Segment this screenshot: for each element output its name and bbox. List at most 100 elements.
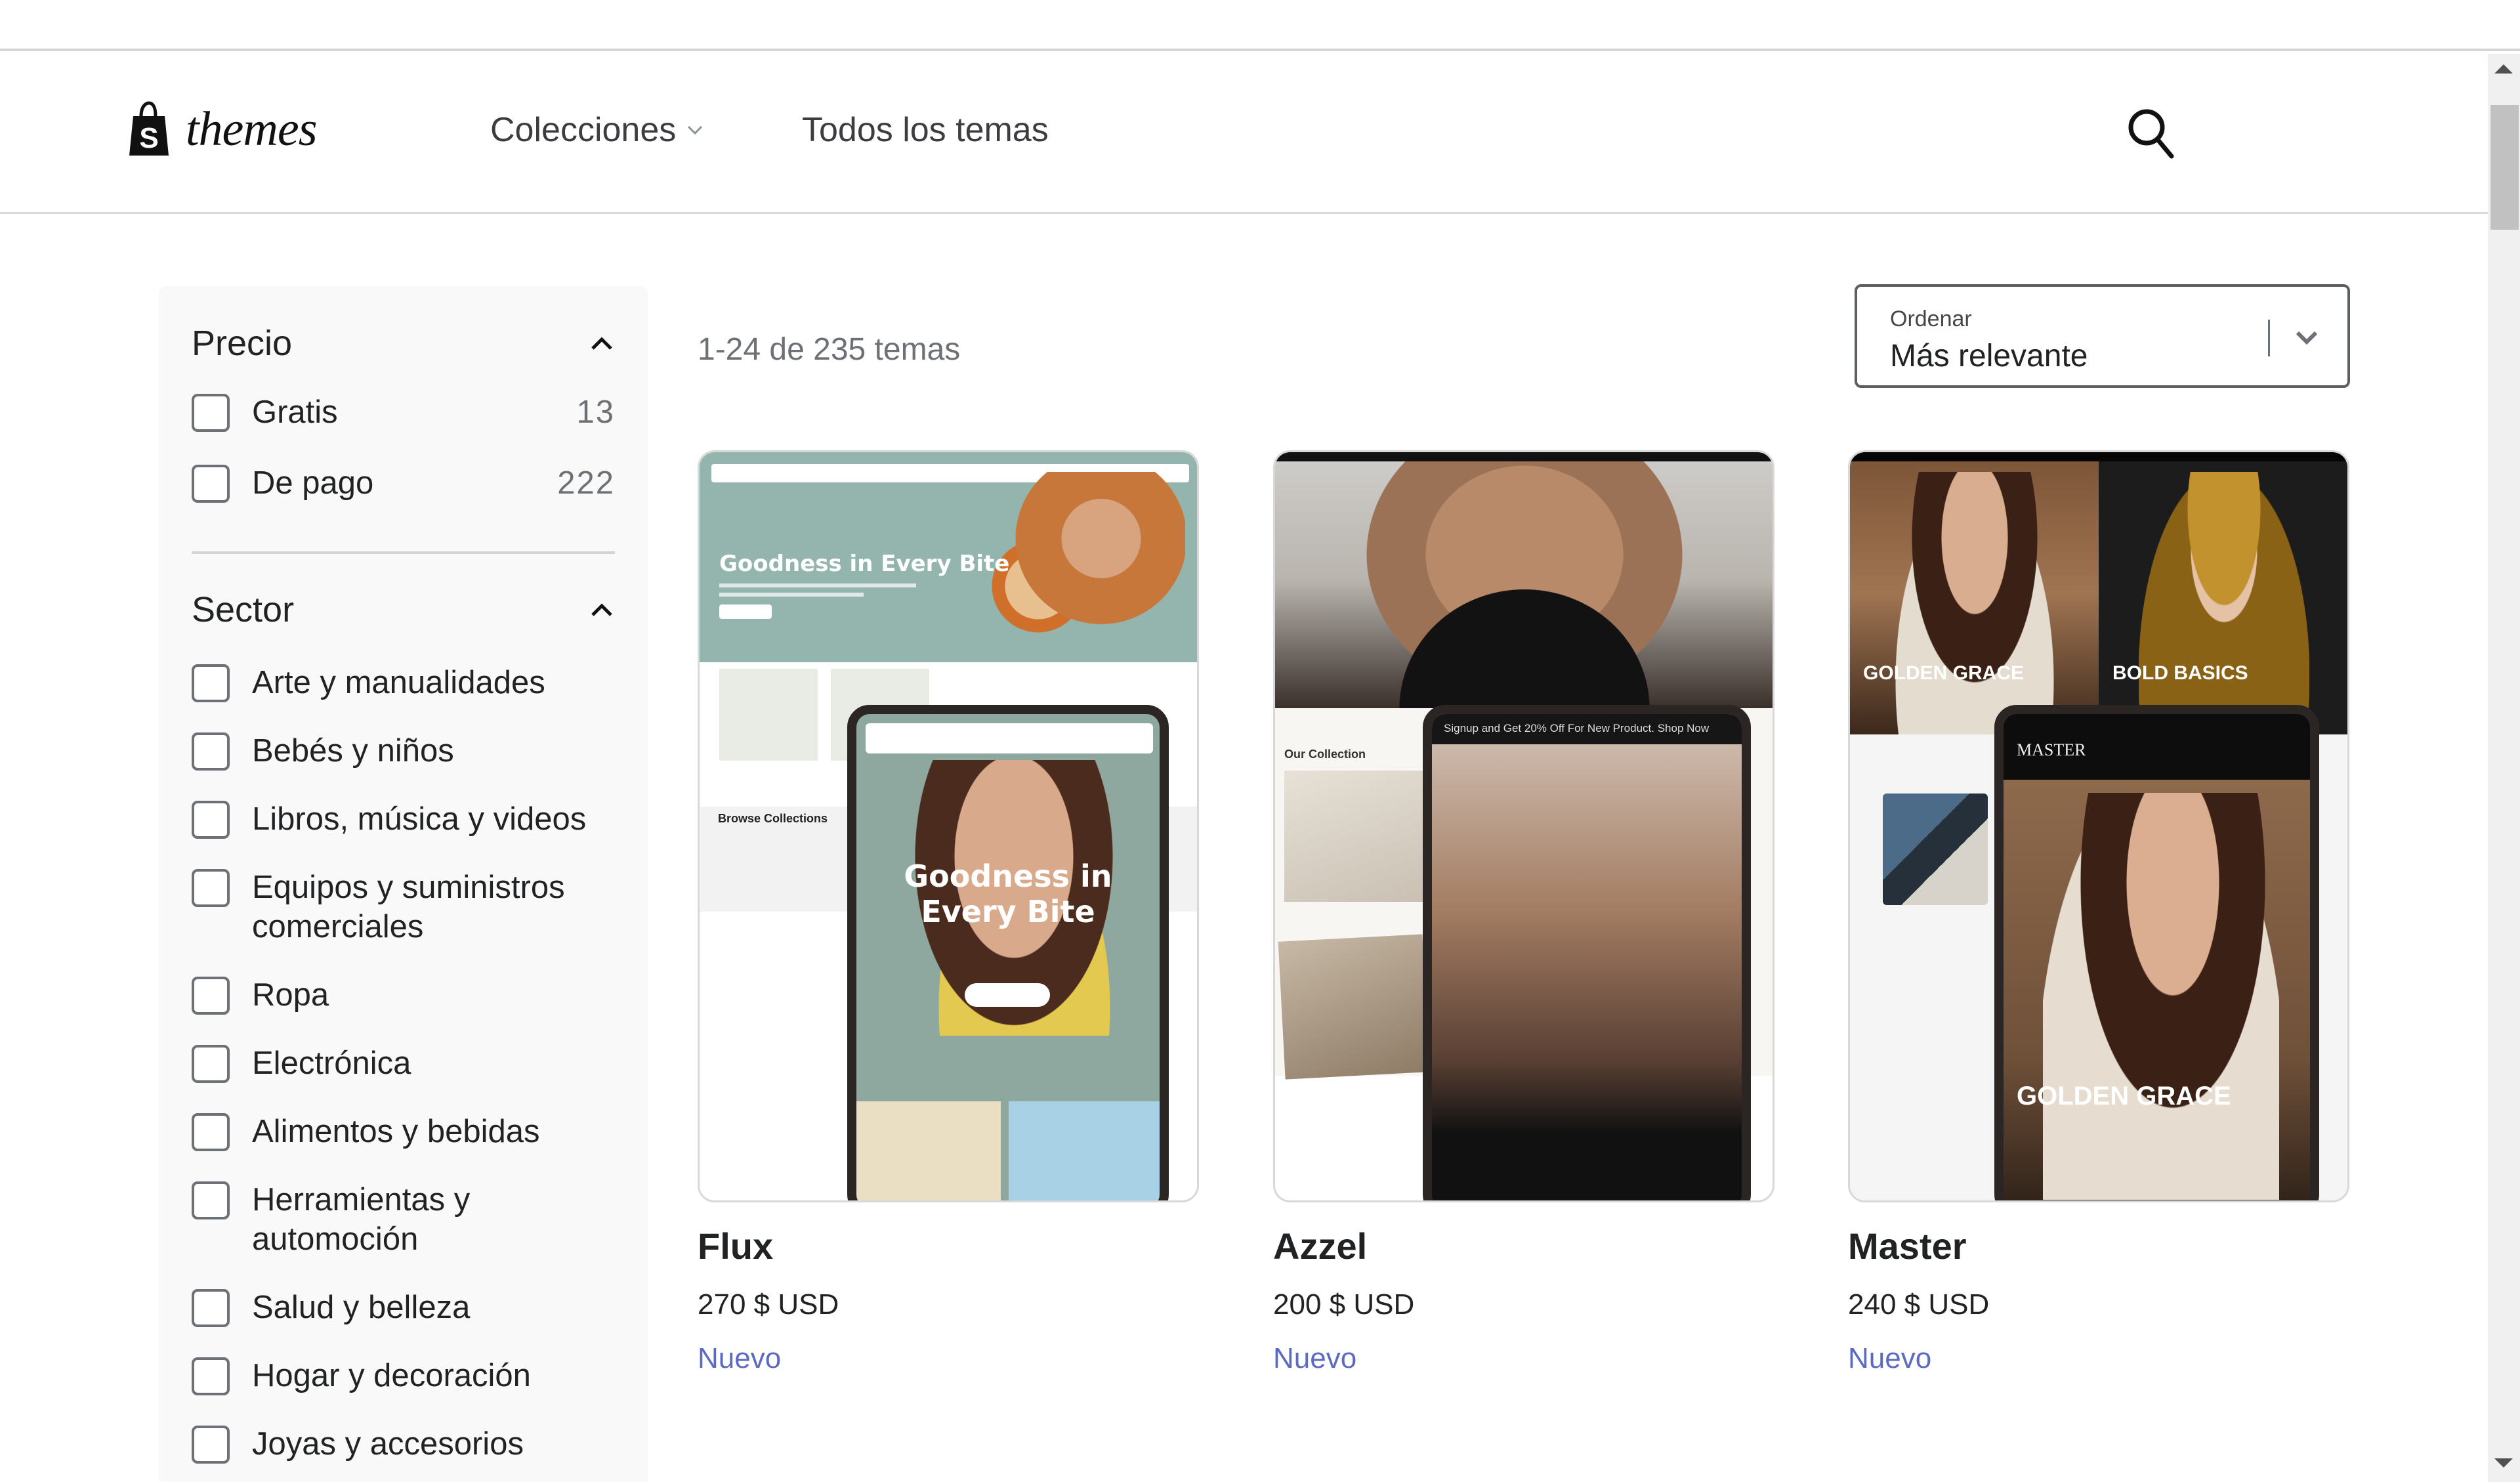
filter-option-sector[interactable]: Hogar y decoración (192, 1356, 615, 1395)
checkbox[interactable] (192, 801, 230, 839)
preview-text-line (719, 593, 864, 597)
filter-option-sector[interactable]: Arte y manualidades (192, 663, 615, 702)
theme-card: Goodness in Every Bite Browse Collection… (698, 450, 1199, 1375)
search-button[interactable] (2124, 105, 2181, 161)
theme-price: 200 $ USD (1273, 1288, 1415, 1321)
theme-preview-image[interactable]: Goodness in Every Bite Browse Collection… (698, 450, 1199, 1202)
nav-todos-label: Todos los temas (802, 111, 1049, 149)
option-count: 222 (557, 465, 615, 501)
preview-headline: Goodness in Every Bite (719, 551, 1010, 577)
theme-badge-new: Nuevo (1848, 1342, 1932, 1374)
chevron-up-icon (591, 603, 612, 616)
sort-separator (2268, 320, 2270, 356)
filter-option-sector[interactable]: Bebés y niños (192, 731, 615, 771)
phone-nav (866, 723, 1153, 753)
checkbox[interactable] (192, 1426, 230, 1464)
phone-button (965, 983, 1050, 1007)
theme-name[interactable]: Master (1848, 1225, 2349, 1267)
filter-price-toggle[interactable]: Precio (192, 314, 615, 373)
theme-price: 270 $ USD (698, 1288, 839, 1321)
phone-photo (2043, 793, 2279, 1200)
option-label: Bebés y niños (252, 733, 454, 769)
filter-sector-toggle[interactable]: Sector (192, 580, 615, 639)
option-label: Hogar y decoración (252, 1358, 531, 1393)
option-label: Alimentos y bebidas (252, 1114, 540, 1149)
results-count: 1-24 de 235 temas (698, 332, 961, 367)
filter-option-sector[interactable]: Salud y belleza (192, 1288, 615, 1327)
phone-headline: Goodness in Every Bite (904, 858, 1112, 929)
option-label: Salud y belleza (252, 1290, 471, 1325)
shopify-bag-icon: S (129, 101, 169, 156)
preview-section-title: Our Collection (1284, 748, 1366, 761)
filter-option-de-pago[interactable]: De pago 222 (192, 463, 615, 503)
theme-card: GOLDEN GRACE BOLD BASICS MASTER GOLDEN G… (1848, 450, 2349, 1375)
browser-top-bar (0, 0, 2520, 51)
filter-sidebar: Precio Gratis 13 De pago 222 Sector Arte… (159, 286, 648, 1482)
checkbox[interactable] (192, 394, 230, 432)
filter-option-sector[interactable]: Alimentos y bebidas (192, 1112, 615, 1151)
theme-preview-image[interactable]: Our Collection Signup and Get 20% Off Fo… (1273, 450, 1774, 1202)
option-count: 13 (576, 394, 615, 430)
preview-phone: MASTER GOLDEN GRACE (1994, 705, 2319, 1200)
chevron-up-icon (591, 337, 612, 350)
preview-product (1278, 934, 1430, 1080)
page-scrollbar[interactable] (2488, 54, 2520, 1482)
preview-headline-left: GOLDEN GRACE (1863, 662, 2025, 684)
preview-photo (1889, 472, 2060, 734)
scroll-down-arrow-icon[interactable] (2494, 1458, 2513, 1468)
theme-card: Our Collection Signup and Get 20% Off Fo… (1273, 450, 1774, 1375)
checkbox[interactable] (192, 664, 230, 702)
filter-option-gratis[interactable]: Gratis 13 (192, 392, 615, 432)
option-label: Equipos y suministros comerciales (252, 870, 565, 944)
sort-select[interactable]: Ordenar Más relevante (1855, 284, 2350, 388)
option-label: Ropa (252, 977, 329, 1013)
scrollbar-thumb[interactable] (2490, 105, 2519, 230)
filter-option-sector[interactable]: Equipos y suministros comerciales (192, 868, 615, 946)
theme-name[interactable]: Flux (698, 1225, 1199, 1267)
preview-button (719, 604, 772, 619)
filter-price-title: Precio (192, 324, 293, 363)
theme-name[interactable]: Azzel (1273, 1225, 1774, 1267)
filter-option-sector[interactable]: Herramientas y automoción (192, 1180, 615, 1259)
option-label: De pago (252, 465, 374, 501)
preview-topbar (1850, 452, 2347, 461)
phone-banner: Signup and Get 20% Off For New Product. … (1432, 714, 1742, 744)
phone-logo: MASTER (2017, 740, 2086, 759)
preview-collage (1883, 794, 1988, 905)
theme-badge-new: Nuevo (698, 1342, 782, 1374)
scroll-up-arrow-icon[interactable] (2494, 64, 2513, 74)
filter-sector: Sector Arte y manualidades Bebés y niños L… (159, 554, 648, 1464)
nav-colecciones[interactable]: Colecciones (490, 110, 704, 150)
preview-product (1284, 771, 1429, 902)
preview-phone: Signup and Get 20% Off For New Product. … (1423, 705, 1751, 1200)
nav-colecciones-label: Colecciones (490, 111, 677, 149)
sort-label: Ordenar (1890, 307, 1972, 331)
filter-option-sector[interactable]: Libros, música y videos (192, 799, 615, 839)
phone-headline: GOLDEN GRACE (2017, 1082, 2231, 1111)
checkbox[interactable] (192, 465, 230, 503)
checkbox[interactable] (192, 1045, 230, 1083)
checkbox[interactable] (192, 1289, 230, 1327)
checkbox[interactable] (192, 1357, 230, 1395)
filter-option-sector[interactable]: Ropa (192, 975, 615, 1015)
nav-todos-los-temas[interactable]: Todos los temas (802, 110, 1049, 150)
shopify-themes-logo[interactable]: S themes (125, 100, 317, 159)
checkbox[interactable] (192, 1181, 230, 1219)
checkbox[interactable] (192, 977, 230, 1015)
preview-photo (2139, 472, 2309, 734)
option-label: Herramientas y automoción (252, 1182, 471, 1257)
chevron-down-icon (2296, 331, 2318, 345)
site-header: S themes Colecciones Todos los temas (0, 54, 2488, 214)
checkbox[interactable] (192, 869, 230, 907)
checkbox[interactable] (192, 732, 230, 771)
theme-preview-image[interactable]: GOLDEN GRACE BOLD BASICS MASTER GOLDEN G… (1848, 450, 2349, 1202)
preview-text-line (719, 583, 916, 587)
checkbox[interactable] (192, 1113, 230, 1151)
filter-option-sector[interactable]: Joyas y accesorios (192, 1424, 615, 1464)
logo-text: themes (186, 102, 317, 156)
filter-option-sector[interactable]: Electrónica (192, 1044, 615, 1083)
preview-headline-right: BOLD BASICS (2112, 662, 2248, 684)
preview-product (719, 669, 818, 761)
option-label: Gratis (252, 394, 338, 430)
phone-product (856, 1101, 1001, 1200)
